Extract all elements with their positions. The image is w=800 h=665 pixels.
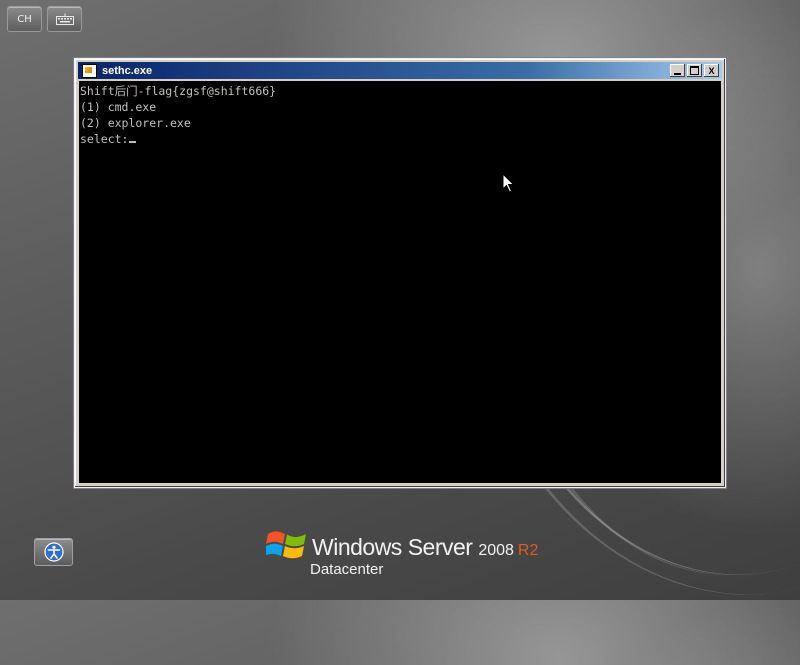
language-label: CH (17, 13, 32, 25)
product-release: R2 (517, 542, 539, 559)
console-prompt-line[interactable]: select: (80, 131, 721, 147)
console-line: (1) cmd.exe (80, 100, 157, 114)
product-version: 2008 (478, 542, 514, 559)
window-title: sethc.exe (102, 64, 153, 77)
mouse-pointer-icon (502, 173, 515, 193)
console-line: Shift后门-flag{zgsf@shift666} (80, 84, 277, 98)
language-button[interactable]: CH (7, 6, 42, 32)
ease-of-access-button[interactable] (34, 538, 73, 566)
console-window[interactable]: sethc.exe X Shift后门-flag{zgsf@shift666} … (74, 58, 726, 488)
windows-logo-icon (266, 531, 306, 559)
product-edition: Datacenter (310, 561, 384, 578)
maximize-icon (690, 66, 699, 75)
console-output[interactable]: Shift后门-flag{zgsf@shift666} (1) cmd.exe … (79, 81, 721, 483)
app-icon[interactable] (82, 63, 97, 78)
product-title: Windows Server (312, 534, 473, 560)
close-button[interactable]: X (704, 64, 719, 77)
on-screen-keyboard-button[interactable] (47, 6, 82, 32)
console-prompt: select: (80, 132, 129, 146)
minimize-button[interactable] (670, 64, 685, 77)
ease-of-access-icon (43, 542, 64, 562)
product-name: Windows Server 2008 R2 (312, 534, 538, 561)
keyboard-icon (55, 13, 74, 25)
minimize-icon (674, 72, 681, 75)
maximize-button[interactable] (687, 64, 702, 77)
text-cursor (129, 141, 137, 143)
console-line: (2) explorer.exe (80, 116, 191, 130)
window-titlebar[interactable]: sethc.exe X (78, 62, 722, 79)
close-icon: X (708, 65, 715, 76)
